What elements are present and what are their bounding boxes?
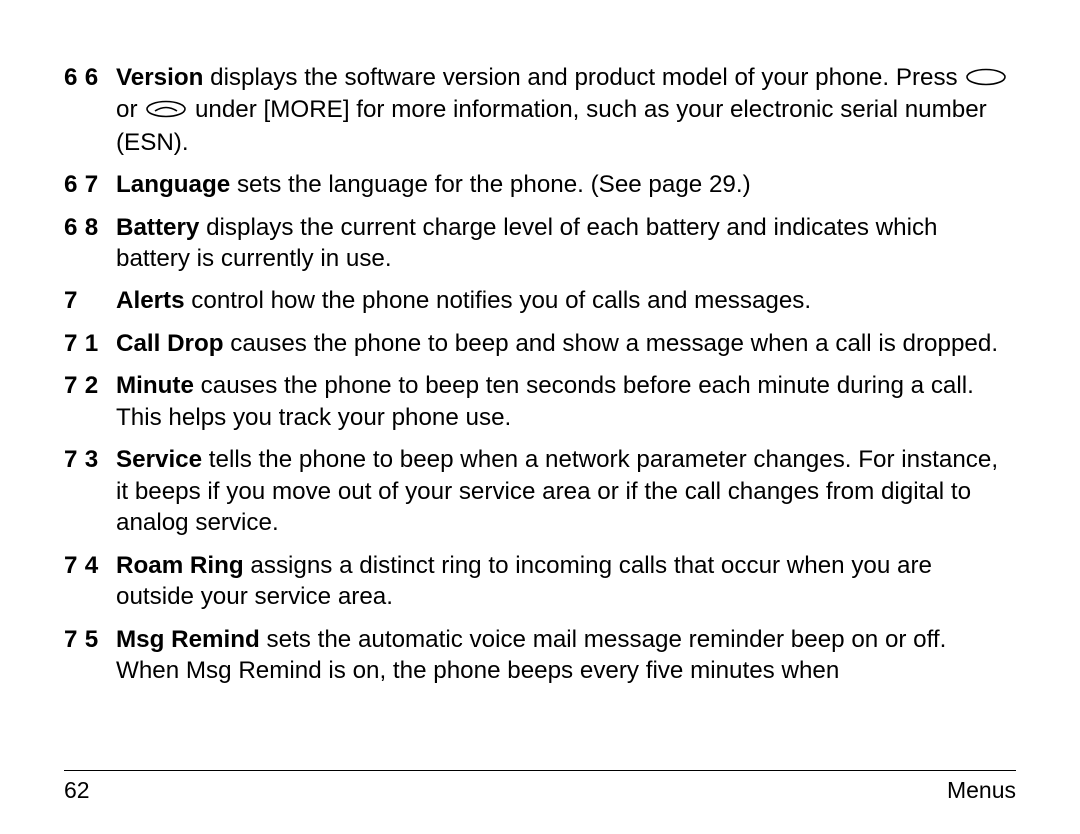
entry-number: 7 <box>64 285 116 316</box>
button-icon-arc <box>145 95 187 126</box>
entry-number: 7 1 <box>64 328 116 359</box>
entry-text: Minute causes the phone to beep ten seco… <box>116 370 1016 433</box>
entry-7-2: 7 2 Minute causes the phone to beep ten … <box>64 370 1016 433</box>
entry-term: Service <box>116 446 202 473</box>
entry-body: displays the current charge level of eac… <box>116 214 938 272</box>
entry-term: Minute <box>116 372 194 399</box>
menu-entries: 6 6 Version displays the software versio… <box>64 62 1016 686</box>
entry-text: Language sets the language for the phone… <box>116 169 1016 200</box>
entry-6-6: 6 6 Version displays the software versio… <box>64 62 1016 158</box>
entry-term: Alerts <box>116 287 185 314</box>
entry-body: sets the language for the phone. (See pa… <box>230 171 750 198</box>
entry-body-a: displays the software version and produc… <box>203 64 964 91</box>
entry-text: Service tells the phone to beep when a n… <box>116 444 1016 538</box>
page-footer: 62 Menus <box>64 770 1016 804</box>
entry-term: Roam Ring <box>116 552 244 579</box>
entry-body: tells the phone to beep when a network p… <box>116 446 998 536</box>
entry-text: Version displays the software version an… <box>116 62 1016 158</box>
entry-term: Call Drop <box>116 330 224 357</box>
button-icon-plain <box>965 63 1007 94</box>
entry-text: Battery displays the current charge leve… <box>116 212 1016 275</box>
entry-7: 7 Alerts control how the phone notifies … <box>64 285 1016 316</box>
section-title: Menus <box>947 777 1016 804</box>
entry-7-1: 7 1 Call Drop causes the phone to beep a… <box>64 328 1016 359</box>
entry-body: causes the phone to beep ten seconds bef… <box>116 372 974 430</box>
entry-number: 6 7 <box>64 169 116 200</box>
page-number: 62 <box>64 777 90 804</box>
entry-7-4: 7 4 Roam Ring assigns a distinct ring to… <box>64 550 1016 613</box>
entry-6-7: 6 7 Language sets the language for the p… <box>64 169 1016 200</box>
entry-7-5: 7 5 Msg Remind sets the automatic voice … <box>64 624 1016 687</box>
entry-term: Version <box>116 64 203 91</box>
entry-number: 6 6 <box>64 62 116 158</box>
entry-term: Battery <box>116 214 199 241</box>
entry-text: Alerts control how the phone notifies yo… <box>116 285 1016 316</box>
entry-number: 7 4 <box>64 550 116 613</box>
entry-number: 7 5 <box>64 624 116 687</box>
entry-text: Msg Remind sets the automatic voice mail… <box>116 624 1016 687</box>
entry-text: Roam Ring assigns a distinct ring to inc… <box>116 550 1016 613</box>
entry-body: causes the phone to beep and show a mess… <box>224 330 999 357</box>
entry-term: Language <box>116 171 230 198</box>
entry-body-b: under [MORE] for more information, such … <box>116 96 987 155</box>
entry-body: control how the phone notifies you of ca… <box>185 287 812 314</box>
entry-7-3: 7 3 Service tells the phone to beep when… <box>64 444 1016 538</box>
entry-term: Msg Remind <box>116 626 260 653</box>
entry-body-mid: or <box>116 96 144 123</box>
entry-6-8: 6 8 Battery displays the current charge … <box>64 212 1016 275</box>
entry-number: 7 2 <box>64 370 116 433</box>
entry-text: Call Drop causes the phone to beep and s… <box>116 328 1016 359</box>
entry-number: 6 8 <box>64 212 116 275</box>
entry-number: 7 3 <box>64 444 116 538</box>
manual-page: 6 6 Version displays the software versio… <box>0 0 1080 834</box>
